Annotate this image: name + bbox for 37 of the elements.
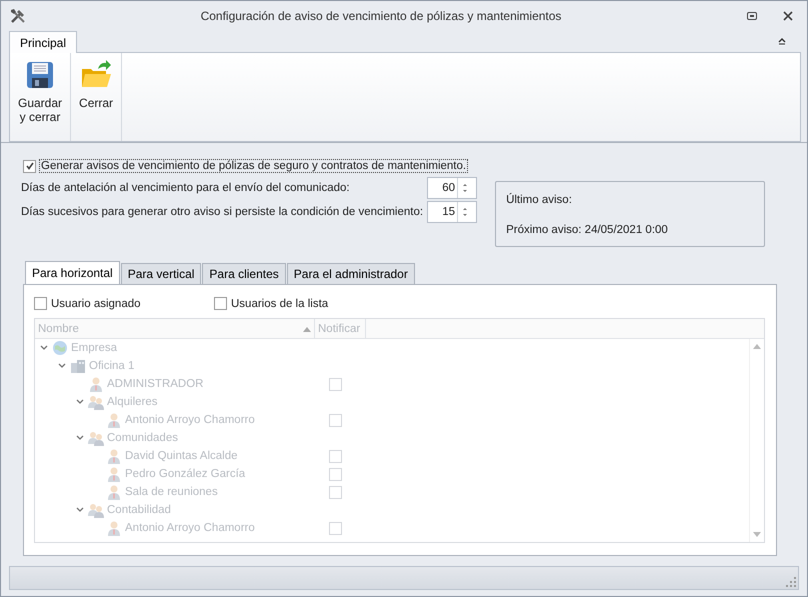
resize-grip-icon[interactable] — [786, 577, 796, 587]
building-icon — [70, 358, 86, 374]
globe-icon — [52, 340, 68, 356]
tab[interactable]: Para clientes — [202, 263, 286, 284]
number-spinner[interactable]: 60 — [427, 177, 478, 199]
checkbox-label[interactable]: Usuario asignado — [51, 298, 141, 310]
checkbox-label[interactable]: Generar avisos de vencimiento de pólizas de seguro y contratos de mantenimiento. — [39, 159, 468, 173]
close-folder-button[interactable]: Cerrar — [73, 57, 120, 113]
last-notice-text: Último aviso: — [506, 194, 573, 206]
option-checkbox[interactable] — [34, 297, 47, 310]
sort-ascending-icon — [303, 326, 311, 332]
group-icon — [88, 502, 104, 518]
generate-checkbox[interactable] — [23, 160, 36, 172]
tools-icon — [9, 7, 27, 25]
user-icon — [88, 376, 104, 392]
user-icon — [106, 484, 122, 500]
close-icon — [782, 10, 794, 22]
restore-icon — [746, 10, 758, 22]
user-icon — [106, 448, 122, 464]
collapse-icon[interactable] — [777, 36, 787, 46]
window-title: Configuración de aviso de vencimiento de pólizas y mantenimientos — [200, 9, 562, 23]
tab[interactable]: Para el administrador — [286, 263, 415, 284]
tab[interactable]: Para horizontal — [25, 261, 120, 284]
next-notice-text: Próximo aviso: 24/05/2021 0:00 — [506, 224, 669, 236]
user-icon — [106, 466, 122, 482]
number-spinner[interactable]: 15 — [427, 201, 478, 223]
ribbon-tab[interactable]: Principal — [9, 31, 78, 53]
user-icon — [106, 520, 122, 536]
option-checkbox[interactable] — [214, 297, 227, 310]
group-icon — [88, 430, 104, 446]
save-button[interactable]: Guardar y cerrar — [12, 57, 68, 127]
group-icon — [88, 394, 104, 410]
user-icon — [106, 412, 122, 428]
tab[interactable]: Para vertical — [120, 263, 202, 284]
field-label: Días de antelación al vencimiento para el envío del comunicado: — [21, 182, 350, 194]
field-label: Días sucesivos para generar otro aviso si persiste la condición de vencimiento: — [21, 206, 424, 218]
checkbox-label[interactable]: Usuarios de la lista — [231, 298, 328, 310]
